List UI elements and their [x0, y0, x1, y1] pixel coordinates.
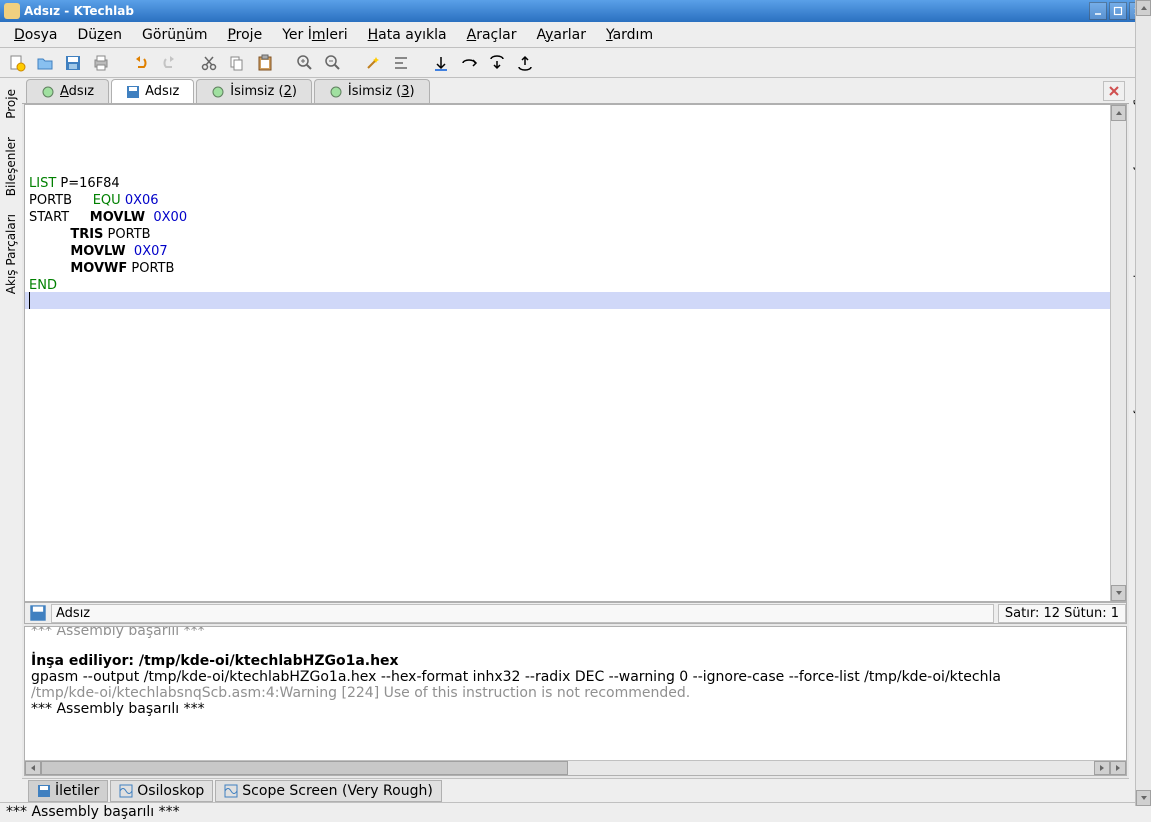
undo-button[interactable] [130, 52, 152, 74]
scroll-down-button[interactable] [1111, 585, 1126, 601]
step-out-button[interactable] [514, 52, 536, 74]
window-title: Adsız - KTechlab [24, 4, 1087, 18]
cursor-position: Satır: 12 Sütun: 1 [998, 604, 1126, 623]
menu-view[interactable]: Görünüm [132, 24, 217, 46]
gear-icon [211, 85, 225, 99]
scroll-up-button[interactable] [1111, 105, 1126, 121]
save-icon [126, 85, 140, 99]
output-text[interactable]: *** Assembly başarılı *** İnşa ediliyor:… [25, 627, 1126, 760]
close-tab-button[interactable] [1103, 81, 1125, 101]
paste-button[interactable] [254, 52, 276, 74]
save-icon [29, 604, 47, 622]
menu-debug[interactable]: Hata ayıkla [358, 24, 457, 46]
toolbar [0, 48, 1151, 78]
bottom-tab-oscilloscope[interactable]: Osiloskop [110, 780, 213, 802]
maximize-button[interactable] [1109, 2, 1127, 20]
code-editor[interactable]: LIST P=16F84PORTB EQU 0X06START MOVLW 0X… [24, 104, 1127, 602]
scroll-left-button[interactable] [25, 761, 41, 775]
wizard-button[interactable] [362, 52, 384, 74]
menu-project[interactable]: Proje [217, 24, 272, 46]
doc-tab-4[interactable]: İsimsiz (3) [314, 79, 430, 103]
status-bar: *** Assembly başarılı *** [0, 802, 1151, 822]
editor-vscrollbar[interactable] [1110, 105, 1126, 601]
cut-button[interactable] [198, 52, 220, 74]
print-button[interactable] [90, 52, 112, 74]
current-line-highlight [25, 292, 1110, 309]
filename-display: Adsız [51, 604, 994, 623]
bottom-tab-messages[interactable]: İletiler [28, 780, 108, 802]
editor-status-bar: Adsız Satır: 12 Sütun: 1 [24, 602, 1127, 624]
doc-tab-1[interactable]: Adsız [26, 79, 109, 103]
save-icon [37, 784, 51, 798]
new-doc-button[interactable] [6, 52, 28, 74]
menu-bar: Dosya Düzen Görünüm Proje Yer İmleri Hat… [0, 22, 1151, 48]
zoom-in-button[interactable] [294, 52, 316, 74]
gear-icon [41, 85, 55, 99]
gear-icon [329, 85, 343, 99]
menu-settings[interactable]: Ayarlar [526, 24, 596, 46]
menu-tools[interactable]: Araçlar [457, 24, 527, 46]
doc-tab-2[interactable]: Adsız [111, 79, 194, 103]
doc-tab-3[interactable]: İsimsiz (2) [196, 79, 312, 103]
title-bar: Adsız - KTechlab [0, 0, 1151, 22]
side-tab-project[interactable]: Proje [1, 82, 21, 126]
minimize-button[interactable] [1089, 2, 1107, 20]
output-hscrollbar[interactable] [25, 760, 1126, 775]
side-tab-components[interactable]: Bileşenler [1, 130, 21, 203]
scroll-right-button-2[interactable] [1110, 761, 1126, 775]
output-panel: *** Assembly başarılı *** İnşa ediliyor:… [24, 626, 1127, 776]
app-icon [4, 3, 20, 19]
redo-button[interactable] [158, 52, 180, 74]
step-into-button[interactable] [486, 52, 508, 74]
zoom-out-button[interactable] [322, 52, 344, 74]
align-button[interactable] [390, 52, 412, 74]
copy-button[interactable] [226, 52, 248, 74]
text-cursor [29, 292, 30, 309]
nav-down-button[interactable] [430, 52, 452, 74]
open-button[interactable] [34, 52, 56, 74]
bottom-tabs: İletiler Osiloskop Scope Screen (Very Ro… [22, 778, 1129, 802]
scope-icon [119, 784, 133, 798]
scroll-right-button[interactable] [1094, 761, 1110, 775]
document-tabs: Adsız Adsız İsimsiz (2) İsimsiz (3) [22, 78, 1129, 104]
scope-icon [224, 784, 238, 798]
bottom-tab-scope-screen[interactable]: Scope Screen (Very Rough) [215, 780, 442, 802]
step-over-button[interactable] [458, 52, 480, 74]
save-button[interactable] [62, 52, 84, 74]
menu-help[interactable]: Yardım [596, 24, 663, 46]
left-sidebar-tabs: Proje Bileşenler Akış Parçaları [0, 78, 22, 802]
menu-file[interactable]: Dosya [4, 24, 68, 46]
hscroll-thumb[interactable] [41, 761, 568, 775]
side-tab-flowparts[interactable]: Akış Parçaları [1, 207, 21, 301]
menu-bookmarks[interactable]: Yer İmleri [272, 24, 357, 46]
menu-edit[interactable]: Düzen [68, 24, 133, 46]
